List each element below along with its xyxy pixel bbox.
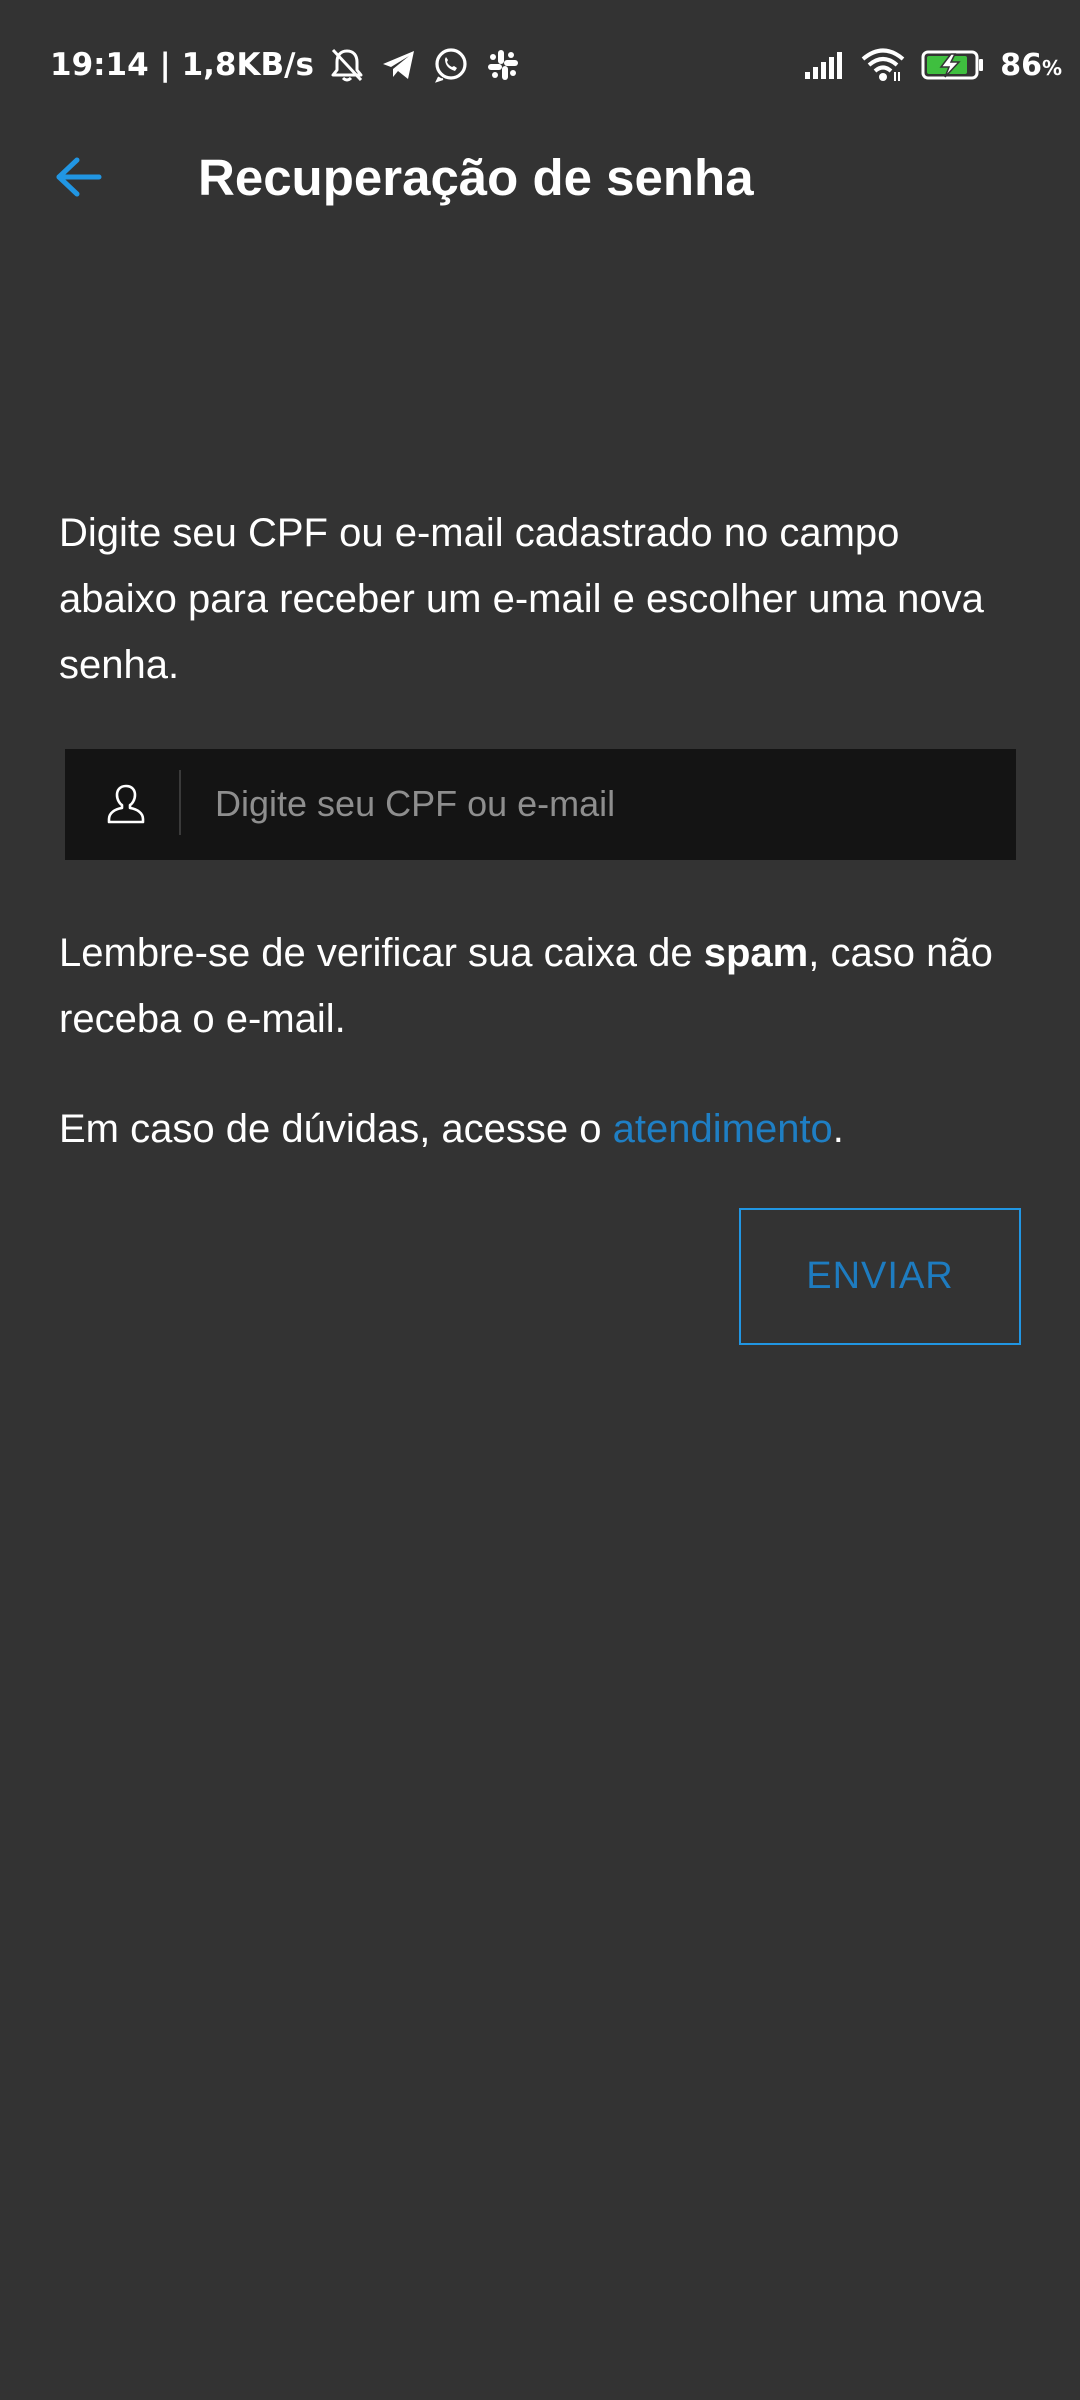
status-bar: 19:14 | 1,8KB/s 86% bbox=[0, 0, 1080, 130]
help-text-suffix: . bbox=[832, 1107, 844, 1151]
battery-value: 86 bbox=[1000, 47, 1042, 83]
user-icon bbox=[101, 779, 151, 829]
status-left: 19:14 | 1,8KB/s bbox=[50, 42, 522, 88]
help-text: Em caso de dúvidas, acesse o atendimento… bbox=[59, 1096, 1019, 1162]
input-divider bbox=[179, 770, 181, 835]
battery-level: 86% bbox=[1000, 48, 1062, 83]
spam-reminder-text: Lembre-se de verificar sua caixa de spam… bbox=[59, 920, 1019, 1052]
whatsapp-icon bbox=[432, 46, 470, 84]
spam-reminder-bold: spam bbox=[703, 931, 809, 975]
slack-icon bbox=[484, 46, 522, 84]
arrow-left-icon bbox=[53, 156, 103, 203]
telegram-icon bbox=[380, 46, 418, 84]
page-title: Recuperação de senha bbox=[198, 149, 754, 206]
app-bar: Recuperação de senha bbox=[0, 130, 1080, 228]
help-text-prefix: Em caso de dúvidas, acesse o bbox=[59, 1107, 613, 1151]
back-button[interactable] bbox=[38, 144, 118, 214]
status-right: 86% bbox=[802, 42, 1062, 88]
status-time-speed: 19:14 | 1,8KB/s bbox=[50, 47, 314, 83]
support-link[interactable]: atendimento bbox=[613, 1107, 833, 1151]
send-button[interactable]: ENVIAR bbox=[739, 1208, 1021, 1345]
battery-unit: % bbox=[1041, 55, 1062, 80]
spam-reminder-prefix: Lembre-se de verificar sua caixa de bbox=[59, 931, 704, 975]
intro-text: Digite seu CPF ou e-mail cadastrado no c… bbox=[59, 511, 984, 687]
battery-charging-icon bbox=[920, 46, 986, 84]
wifi-icon bbox=[860, 46, 906, 84]
cpf-email-input[interactable] bbox=[215, 769, 975, 839]
bell-off-icon bbox=[328, 46, 366, 84]
signal-icon bbox=[802, 46, 846, 84]
cpf-email-field-container[interactable] bbox=[65, 749, 1016, 860]
